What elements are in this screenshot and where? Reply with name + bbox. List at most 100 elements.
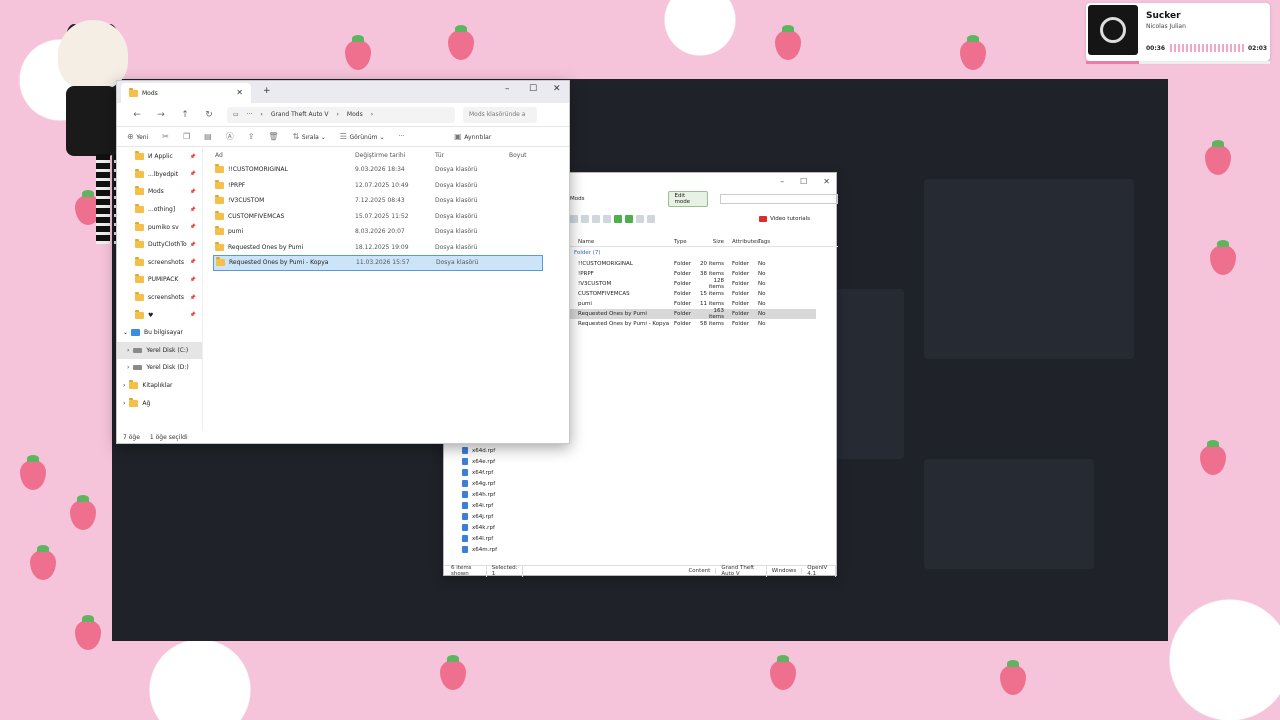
rename-icon[interactable]: Ⓐ xyxy=(226,131,234,142)
openiv-row-size: 163 items xyxy=(708,308,724,320)
add-icon[interactable] xyxy=(625,215,633,223)
quick-access-item[interactable]: screenshots 📌 xyxy=(117,254,202,272)
archive-icon xyxy=(462,535,468,542)
more-options-button[interactable]: ··· xyxy=(398,133,404,140)
openiv-row[interactable]: Requested Ones by Pumi Folder 163 items Fol… xyxy=(570,308,816,320)
expand-chevron-icon[interactable]: › xyxy=(123,382,125,389)
quick-access-item[interactable]: ...othing] 📌 xyxy=(117,201,202,219)
rpf-file-item[interactable]: x64h.rpf xyxy=(462,489,558,500)
drive-item[interactable]: › Yerel Disk (D:) xyxy=(117,359,202,377)
search-input[interactable]: Mods klasöründe a xyxy=(463,106,537,123)
refresh-icon[interactable]: ↻ xyxy=(197,110,221,120)
file-row[interactable]: Requested Ones by Pumi 18.12.2025 19:09 Do… xyxy=(213,240,543,256)
quick-access-item[interactable]: И Applic 📌 xyxy=(117,148,202,166)
pin-icon: 📌 xyxy=(189,259,196,266)
close-icon[interactable]: ✕ xyxy=(553,84,561,94)
new-button[interactable]: ⊕ Yeni xyxy=(127,132,148,141)
column-name[interactable]: Name xyxy=(570,239,674,245)
column-date-modified[interactable]: Değiştirme tarihi xyxy=(355,152,435,159)
edit-mode-button[interactable]: Edit mode xyxy=(668,191,709,207)
close-icon[interactable]: ✕ xyxy=(823,177,830,186)
column-size[interactable]: Size xyxy=(698,239,728,245)
rpf-file-item[interactable]: x64g.rpf xyxy=(462,478,558,489)
quick-access-item[interactable]: ♥ 📌 xyxy=(117,306,202,324)
close-tab-icon[interactable]: ✕ xyxy=(236,88,243,97)
toolbar-icon[interactable] xyxy=(570,215,578,223)
column-type[interactable]: Type xyxy=(674,239,698,245)
maximize-icon[interactable]: ☐ xyxy=(800,177,807,186)
quick-access-item[interactable]: pumiko sv 📌 xyxy=(117,218,202,236)
quick-access-item[interactable]: screenshots 📌 xyxy=(117,289,202,307)
delete-icon[interactable]: 🗑 xyxy=(268,132,278,141)
toolbar-icon[interactable] xyxy=(647,215,655,223)
rpf-file-item[interactable]: x64k.rpf xyxy=(462,522,558,533)
openiv-row[interactable]: !!CUSTOMORIGINAL Folder 20 items Folder No xyxy=(570,259,838,269)
toolbar-icon[interactable] xyxy=(603,215,611,223)
openiv-row[interactable]: CUSTOMFIVEMCAS Folder 15 items Folder No xyxy=(570,289,838,299)
openiv-search-input[interactable] xyxy=(720,194,838,204)
column-size[interactable]: Boyut xyxy=(509,152,543,159)
rpf-file-item[interactable]: x64d.rpf xyxy=(462,445,558,456)
openiv-row[interactable]: !V3CUSTOM Folder 128 items Folder No xyxy=(570,278,838,290)
breadcrumb-gta[interactable]: Grand Theft Auto V xyxy=(271,111,329,118)
paste-icon[interactable]: ▤ xyxy=(204,132,212,141)
file-row[interactable]: !!CUSTOMORIGINAL 9.03.2026 18:34 Dosya kla… xyxy=(213,162,543,178)
openiv-row[interactable]: Requested Ones by Pumi - Kopya Folder 58 i… xyxy=(570,319,838,329)
rpf-file-item[interactable]: x64f.rpf xyxy=(462,467,558,478)
tab-mods[interactable]: Mods ✕ xyxy=(121,83,251,103)
rpf-file-item[interactable]: x64e.rpf xyxy=(462,456,558,467)
column-tags[interactable]: Tags xyxy=(758,239,788,245)
rpf-file-item[interactable]: x64j.rpf xyxy=(462,511,558,522)
quick-access-item[interactable]: Mods 📌 xyxy=(117,183,202,201)
expand-chevron-icon[interactable]: ⌄ xyxy=(123,329,128,336)
toolbar-icon[interactable] xyxy=(592,215,600,223)
file-row[interactable]: CUSTOMFIVEMCAS 15.07.2025 11:52 Dosya klas… xyxy=(213,209,543,225)
this-pc-item[interactable]: ⌄ Bu bilgisayar xyxy=(117,324,202,342)
rpf-file-item[interactable]: x64m.rpf xyxy=(462,544,558,555)
minimize-icon[interactable]: – xyxy=(780,177,784,186)
forward-icon[interactable]: → xyxy=(149,110,173,120)
view-button[interactable]: ☰ Görünüm ⌄ xyxy=(340,132,385,141)
libraries-item[interactable]: › Kitaplıklar xyxy=(117,377,202,395)
quick-access-item[interactable]: PUMIPACK 📌 xyxy=(117,271,202,289)
breadcrumb-mods[interactable]: Mods xyxy=(347,111,363,118)
toolbar-icon[interactable] xyxy=(581,215,589,223)
network-item[interactable]: › Ağ xyxy=(117,394,202,412)
openiv-row-type: Folder xyxy=(674,311,691,317)
video-tutorials-link[interactable]: Video tutorials xyxy=(759,216,810,222)
file-name: Requested Ones by Pumi xyxy=(228,243,304,251)
share-icon[interactable]: ⇪ xyxy=(248,132,255,141)
file-row[interactable]: pumi 8.03.2026 20:07 Dosya klasörü xyxy=(213,224,543,240)
up-icon[interactable]: ↑ xyxy=(173,110,197,120)
toolbar-icon[interactable] xyxy=(636,215,644,223)
column-attributes[interactable]: Attributes xyxy=(728,239,759,245)
expand-chevron-icon[interactable]: › xyxy=(123,400,125,407)
file-explorer-window[interactable]: Mods ✕ + – ☐ ✕ ← → ↑ ↻ ▭ ··· › Grand The… xyxy=(116,80,570,444)
expand-chevron-icon[interactable]: › xyxy=(127,347,129,354)
quick-access-item[interactable]: DuttyClothTo 📌 xyxy=(117,236,202,254)
minimize-icon[interactable]: – xyxy=(505,84,510,94)
file-row[interactable]: Requested Ones by Pumi - Kopya 11.03.2026… xyxy=(213,255,543,271)
back-icon[interactable]: ← xyxy=(125,110,149,120)
file-row[interactable]: !V3CUSTOM 7.12.2025 08:43 Dosya klasörü xyxy=(213,193,543,209)
column-name[interactable]: Ad xyxy=(213,152,355,159)
copy-icon[interactable]: ❐ xyxy=(183,132,190,141)
track-progress-bar xyxy=(1086,61,1270,64)
new-tab-button[interactable]: + xyxy=(263,86,271,96)
openiv-path[interactable]: Mods xyxy=(570,196,584,202)
rpf-file-item[interactable]: x64l.rpf xyxy=(462,533,558,544)
maximize-icon[interactable]: ☐ xyxy=(529,84,537,94)
folder-group-header[interactable]: Folder (7) xyxy=(570,247,838,259)
address-bar[interactable]: ▭ ··· › Grand Theft Auto V › Mods › xyxy=(227,106,455,123)
rpf-file-item[interactable]: x64i.rpf xyxy=(462,500,558,511)
import-icon[interactable] xyxy=(614,215,622,223)
quick-access-item[interactable]: ...lbyedpit 📌 xyxy=(117,166,202,184)
file-row[interactable]: !PRPF 12.07.2025 10:49 Dosya klasörü xyxy=(213,178,543,194)
sort-button[interactable]: ⇅ Sırala ⌄ xyxy=(293,132,326,141)
details-button[interactable]: ▣ Ayrıntılar xyxy=(454,132,491,141)
breadcrumb-overflow[interactable]: ··· xyxy=(247,111,253,118)
cut-icon[interactable]: ✂ xyxy=(162,132,169,141)
column-type[interactable]: Tür xyxy=(435,152,509,159)
drive-item[interactable]: › Yerel Disk (C:) xyxy=(117,341,202,360)
expand-chevron-icon[interactable]: › xyxy=(127,364,129,371)
